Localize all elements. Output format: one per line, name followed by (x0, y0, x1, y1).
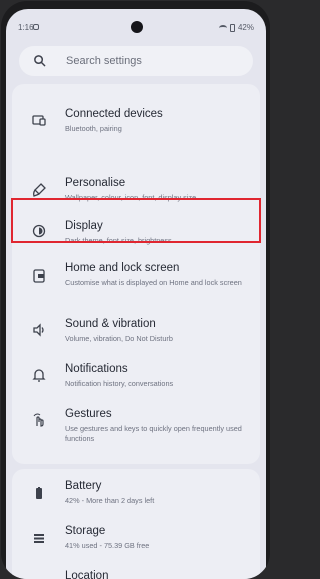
notification-icon (33, 24, 39, 30)
status-bar: 1:16 42% (6, 9, 266, 39)
status-time: 1:16 (18, 23, 34, 32)
item-title: Gestures (65, 408, 112, 420)
item-subtitle: Notification history, conversations (65, 379, 174, 388)
item-title: Notifications (65, 363, 128, 375)
bell-icon (32, 369, 46, 382)
wifi-icon (218, 24, 227, 31)
status-icons: 42% (218, 23, 254, 32)
item-subtitle: Volume, vibration, Do Not Disturb (65, 334, 173, 343)
item-title: Personalise (65, 177, 126, 189)
settings-group-device: Battery 42% - More than 2 days left Stor… (12, 469, 260, 579)
settings-screen: 1:16 42% Search settings Connected devic… (6, 9, 266, 579)
battery-icon (229, 23, 235, 32)
search-icon (34, 55, 46, 67)
search-bar[interactable]: Search settings (19, 46, 253, 76)
home-screen-icon (33, 269, 45, 283)
battery-icon (36, 487, 42, 499)
settings-item-home-lock-screen[interactable]: Home and lock screen Customise what is d… (12, 257, 260, 302)
item-title: Home and lock screen (65, 262, 180, 274)
settings-item-connected-devices[interactable]: Connected devices Bluetooth, pairing (12, 100, 260, 140)
item-subtitle: 41% used - 75.39 GB free (65, 541, 150, 550)
item-title: Sound & vibration (65, 318, 156, 330)
item-subtitle: Use gestures and keys to quickly open fr… (65, 424, 242, 443)
item-title: Battery (65, 480, 102, 492)
search-placeholder: Search settings (66, 55, 142, 67)
settings-item-location[interactable]: Location (12, 564, 260, 579)
item-subtitle: 42% - More than 2 days left (65, 496, 155, 505)
settings-item-gestures[interactable]: Gestures Use gestures and keys to quickl… (12, 403, 260, 453)
storage-icon (34, 534, 44, 543)
settings-item-battery[interactable]: Battery 42% - More than 2 days left (12, 474, 260, 514)
settings-item-notifications[interactable]: Notifications Notification history, conv… (12, 358, 260, 398)
settings-group-main: Connected devices Bluetooth, pairing Per… (12, 84, 260, 464)
item-subtitle: Bluetooth, pairing (65, 124, 122, 133)
display-highlight-box (11, 198, 261, 243)
phone-frame: 1:16 42% Search settings Connected devic… (1, 1, 270, 579)
paint-brush-icon (33, 183, 46, 197)
camera-cutout (131, 21, 143, 33)
settings-item-sound-vibration[interactable]: Sound & vibration Volume, vibration, Do … (12, 313, 260, 353)
gesture-hand-icon (33, 413, 44, 427)
item-title: Location (65, 570, 109, 579)
item-title: Storage (65, 525, 106, 537)
battery-percent: 42% (237, 23, 254, 32)
item-title: Connected devices (65, 108, 163, 120)
settings-item-storage[interactable]: Storage 41% used - 75.39 GB free (12, 519, 260, 559)
connected-devices-icon (32, 115, 46, 126)
volume-icon (33, 323, 44, 337)
item-subtitle: Customise what is displayed on Home and … (65, 278, 242, 287)
